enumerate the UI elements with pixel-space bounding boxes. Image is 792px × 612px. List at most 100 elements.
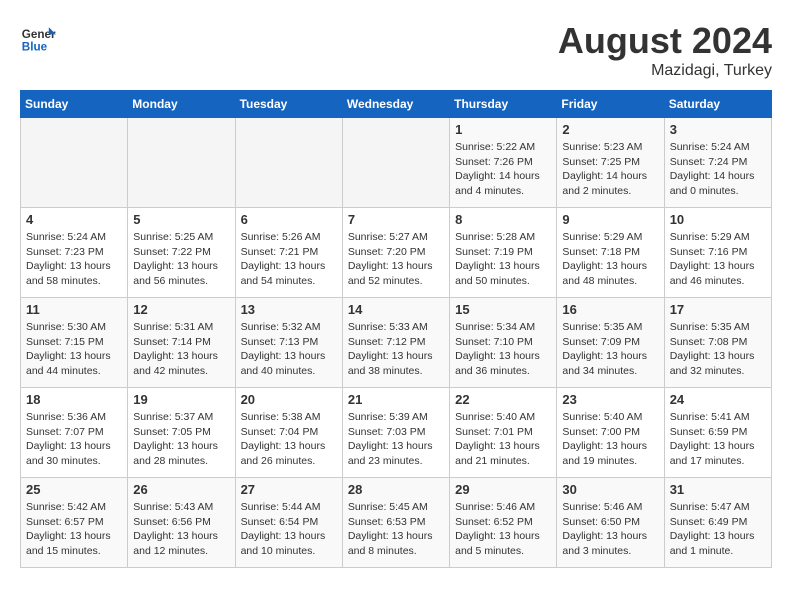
day-info: Sunrise: 5:40 AM Sunset: 7:00 PM Dayligh…: [562, 410, 658, 469]
calendar-cell: 30 Sunrise: 5:46 AM Sunset: 6:50 PM Dayli…: [557, 478, 664, 568]
calendar-week-row: 25Sunrise: 5:42 AM Sunset: 6:57 PM Dayli…: [21, 478, 772, 568]
day-info: Sunrise: 5:38 AM Sunset: 7:04 PM Dayligh…: [241, 410, 337, 469]
calendar-cell: 25Sunrise: 5:42 AM Sunset: 6:57 PM Dayli…: [21, 478, 128, 568]
weekday-header-thursday: Thursday: [450, 91, 557, 118]
day-number: 29: [455, 482, 551, 497]
calendar-cell: 28 Sunrise: 5:45 AM Sunset: 6:53 PM Dayli…: [342, 478, 449, 568]
day-info: Sunrise: 5:28 AM Sunset: 7:19 PM Dayligh…: [455, 230, 551, 289]
calendar-week-row: 18Sunrise: 5:36 AM Sunset: 7:07 PM Dayli…: [21, 388, 772, 478]
day-number: 12: [133, 302, 229, 317]
calendar-cell: 24Sunrise: 5:41 AM Sunset: 6:59 PM Dayli…: [664, 388, 771, 478]
day-info: Sunrise: 5:25 AM Sunset: 7:22 PM Dayligh…: [133, 230, 229, 289]
calendar-cell: 4 Sunrise: 5:24 AM Sunset: 7:23 PM Daylig…: [21, 208, 128, 298]
calendar-cell: 1 Sunrise: 5:22 AM Sunset: 7:26 PM Daylig…: [450, 118, 557, 208]
day-number: 22: [455, 392, 551, 407]
day-info: Sunrise: 5:24 AM Sunset: 7:23 PM Dayligh…: [26, 230, 122, 289]
calendar-cell: 10 Sunrise: 5:29 AM Sunset: 7:16 PM Dayli…: [664, 208, 771, 298]
logo-icon: General Blue: [20, 20, 56, 56]
weekday-header-tuesday: Tuesday: [235, 91, 342, 118]
calendar-cell: 18Sunrise: 5:36 AM Sunset: 7:07 PM Dayli…: [21, 388, 128, 478]
calendar-cell: [21, 118, 128, 208]
day-number: 4: [26, 212, 122, 227]
day-info: Sunrise: 5:31 AM Sunset: 7:14 PM Dayligh…: [133, 320, 229, 379]
day-info: Sunrise: 5:35 AM Sunset: 7:09 PM Dayligh…: [562, 320, 658, 379]
day-info: Sunrise: 5:30 AM Sunset: 7:15 PM Dayligh…: [26, 320, 122, 379]
calendar-cell: 2Sunrise: 5:23 AM Sunset: 7:25 PM Daylig…: [557, 118, 664, 208]
day-info: Sunrise: 5:29 AM Sunset: 7:16 PM Dayligh…: [670, 230, 766, 289]
calendar-cell: 13 Sunrise: 5:32 AM Sunset: 7:13 PM Dayli…: [235, 298, 342, 388]
calendar-cell: 16 Sunrise: 5:35 AM Sunset: 7:09 PM Dayli…: [557, 298, 664, 388]
day-number: 19: [133, 392, 229, 407]
day-number: 25: [26, 482, 122, 497]
weekday-header-sunday: Sunday: [21, 91, 128, 118]
day-number: 6: [241, 212, 337, 227]
day-info: Sunrise: 5:23 AM Sunset: 7:25 PM Dayligh…: [562, 140, 658, 199]
day-info: Sunrise: 5:46 AM Sunset: 6:52 PM Dayligh…: [455, 500, 551, 559]
calendar-cell: 14 Sunrise: 5:33 AM Sunset: 7:12 PM Dayli…: [342, 298, 449, 388]
day-number: 31: [670, 482, 766, 497]
day-number: 10: [670, 212, 766, 227]
day-info: Sunrise: 5:44 AM Sunset: 6:54 PM Dayligh…: [241, 500, 337, 559]
svg-text:Blue: Blue: [22, 41, 48, 54]
weekday-header-row: SundayMondayTuesdayWednesdayThursdayFrid…: [21, 91, 772, 118]
title-block: August 2024 Mazidagi, Turkey: [558, 20, 772, 80]
day-number: 14: [348, 302, 444, 317]
day-number: 5: [133, 212, 229, 227]
day-info: Sunrise: 5:40 AM Sunset: 7:01 PM Dayligh…: [455, 410, 551, 469]
day-number: 21: [348, 392, 444, 407]
day-info: Sunrise: 5:22 AM Sunset: 7:26 PM Dayligh…: [455, 140, 551, 199]
day-number: 24: [670, 392, 766, 407]
calendar-cell: [128, 118, 235, 208]
day-info: Sunrise: 5:32 AM Sunset: 7:13 PM Dayligh…: [241, 320, 337, 379]
logo: General Blue: [20, 20, 56, 56]
weekday-header-friday: Friday: [557, 91, 664, 118]
day-number: 16: [562, 302, 658, 317]
weekday-header-saturday: Saturday: [664, 91, 771, 118]
location: Mazidagi, Turkey: [558, 62, 772, 80]
calendar-cell: 12 Sunrise: 5:31 AM Sunset: 7:14 PM Dayli…: [128, 298, 235, 388]
day-info: Sunrise: 5:45 AM Sunset: 6:53 PM Dayligh…: [348, 500, 444, 559]
day-number: 20: [241, 392, 337, 407]
day-number: 7: [348, 212, 444, 227]
day-info: Sunrise: 5:33 AM Sunset: 7:12 PM Dayligh…: [348, 320, 444, 379]
day-info: Sunrise: 5:36 AM Sunset: 7:07 PM Dayligh…: [26, 410, 122, 469]
calendar-cell: [235, 118, 342, 208]
day-info: Sunrise: 5:34 AM Sunset: 7:10 PM Dayligh…: [455, 320, 551, 379]
day-info: Sunrise: 5:26 AM Sunset: 7:21 PM Dayligh…: [241, 230, 337, 289]
calendar-cell: 23 Sunrise: 5:40 AM Sunset: 7:00 PM Dayli…: [557, 388, 664, 478]
calendar-cell: 5 Sunrise: 5:25 AM Sunset: 7:22 PM Daylig…: [128, 208, 235, 298]
calendar-cell: 20 Sunrise: 5:38 AM Sunset: 7:04 PM Dayli…: [235, 388, 342, 478]
calendar-cell: 15Sunrise: 5:34 AM Sunset: 7:10 PM Dayli…: [450, 298, 557, 388]
day-info: Sunrise: 5:24 AM Sunset: 7:24 PM Dayligh…: [670, 140, 766, 199]
calendar-cell: 11 Sunrise: 5:30 AM Sunset: 7:15 PM Dayli…: [21, 298, 128, 388]
day-number: 11: [26, 302, 122, 317]
day-number: 9: [562, 212, 658, 227]
day-number: 17: [670, 302, 766, 317]
calendar-cell: 17 Sunrise: 5:35 AM Sunset: 7:08 PM Dayli…: [664, 298, 771, 388]
calendar-cell: [342, 118, 449, 208]
day-info: Sunrise: 5:29 AM Sunset: 7:18 PM Dayligh…: [562, 230, 658, 289]
calendar-week-row: 1 Sunrise: 5:22 AM Sunset: 7:26 PM Daylig…: [21, 118, 772, 208]
day-number: 28: [348, 482, 444, 497]
day-number: 23: [562, 392, 658, 407]
calendar-cell: 7Sunrise: 5:27 AM Sunset: 7:20 PM Daylig…: [342, 208, 449, 298]
day-number: 30: [562, 482, 658, 497]
calendar-cell: 9 Sunrise: 5:29 AM Sunset: 7:18 PM Daylig…: [557, 208, 664, 298]
calendar-table: SundayMondayTuesdayWednesdayThursdayFrid…: [20, 90, 772, 568]
day-number: 1: [455, 122, 551, 137]
day-info: Sunrise: 5:47 AM Sunset: 6:49 PM Dayligh…: [670, 500, 766, 559]
day-info: Sunrise: 5:43 AM Sunset: 6:56 PM Dayligh…: [133, 500, 229, 559]
day-info: Sunrise: 5:37 AM Sunset: 7:05 PM Dayligh…: [133, 410, 229, 469]
day-number: 13: [241, 302, 337, 317]
day-info: Sunrise: 5:46 AM Sunset: 6:50 PM Dayligh…: [562, 500, 658, 559]
day-number: 27: [241, 482, 337, 497]
day-number: 26: [133, 482, 229, 497]
day-number: 8: [455, 212, 551, 227]
calendar-cell: 3Sunrise: 5:24 AM Sunset: 7:24 PM Daylig…: [664, 118, 771, 208]
calendar-cell: 31 Sunrise: 5:47 AM Sunset: 6:49 PM Dayli…: [664, 478, 771, 568]
calendar-cell: 21Sunrise: 5:39 AM Sunset: 7:03 PM Dayli…: [342, 388, 449, 478]
calendar-cell: 29 Sunrise: 5:46 AM Sunset: 6:52 PM Dayli…: [450, 478, 557, 568]
weekday-header-monday: Monday: [128, 91, 235, 118]
day-info: Sunrise: 5:35 AM Sunset: 7:08 PM Dayligh…: [670, 320, 766, 379]
calendar-cell: 19 Sunrise: 5:37 AM Sunset: 7:05 PM Dayli…: [128, 388, 235, 478]
